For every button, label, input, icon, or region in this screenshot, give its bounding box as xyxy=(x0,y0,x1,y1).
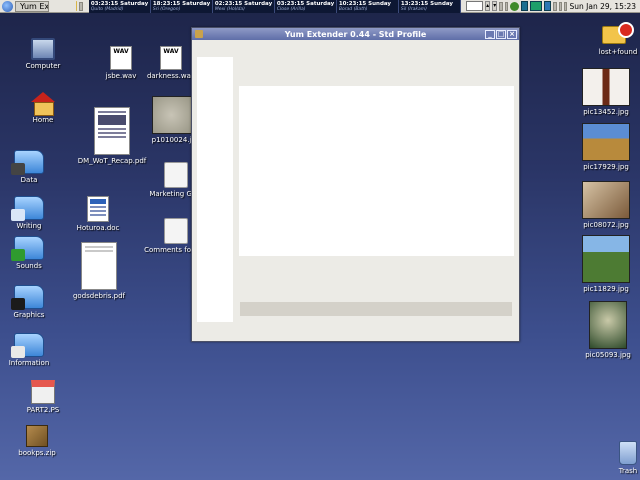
image-thumbnail-icon xyxy=(582,181,630,219)
world-clock: 13:23:15 Sunday Sil (Irakam) xyxy=(399,0,461,13)
power-icon[interactable] xyxy=(564,1,568,11)
world-clocks[interactable]: 03:23:15 Saturday Quito (Madrid) 18:23:1… xyxy=(88,0,461,13)
printer-icon xyxy=(31,380,55,404)
minimize-button[interactable]: _ xyxy=(485,29,495,39)
taskbar-button-label: Yum Extender 0.44 - Std Profile xyxy=(20,1,50,11)
desktop-icon-information[interactable]: Information xyxy=(0,333,64,368)
window-title: Yum Extender 0.44 - Std Profile xyxy=(284,29,427,39)
desktop-icon-pic08072-jpg[interactable]: pic08072.jpg xyxy=(571,181,640,230)
desktop-icon-pic17929-jpg[interactable]: pic17929.jpg xyxy=(571,123,640,172)
audio-file-icon: WAV xyxy=(160,46,182,70)
image-thumbnail-icon xyxy=(589,301,627,349)
taskbar-button-yum-extender[interactable]: Yum Extender 0.44 - Std Profile xyxy=(15,0,50,12)
world-clock: 03:23:15 Saturday Close (Arilla) xyxy=(275,0,337,13)
network-monitor-graph[interactable] xyxy=(544,1,552,11)
world-clock: 18:23:15 Saturday Sri (Oregon) xyxy=(151,0,213,13)
desktop-icon-lost-found[interactable]: lost+found xyxy=(583,22,640,57)
folder-icon xyxy=(11,333,44,358)
computer-icon xyxy=(31,38,55,60)
world-clock: 10:23:15 Sunday Borad (Bath) xyxy=(337,0,399,13)
close-button[interactable]: × xyxy=(507,29,517,39)
spin-up-button[interactable]: ▴ xyxy=(485,1,491,11)
desktop-icon-data[interactable]: Data xyxy=(0,150,64,185)
image-thumbnail-icon xyxy=(582,235,630,283)
desktop-icon-pic05093-jpg[interactable]: pic05093.jpg xyxy=(573,301,640,360)
folder-icon xyxy=(11,236,44,261)
lock-icon[interactable] xyxy=(75,1,78,11)
desktop-icon-trash[interactable]: Trash xyxy=(593,441,640,476)
folder-forbidden-icon xyxy=(602,22,634,46)
folder-icon xyxy=(11,196,44,221)
text-file-icon xyxy=(164,162,188,188)
panel-clock[interactable]: Sun Jan 29, 15:23 xyxy=(569,2,638,11)
memory-monitor-graph[interactable] xyxy=(529,1,543,11)
search-input[interactable] xyxy=(465,1,484,11)
applet-icon[interactable] xyxy=(504,1,509,11)
document-file-icon xyxy=(87,196,109,222)
progress-bar xyxy=(240,302,512,316)
maximize-button[interactable]: □ xyxy=(496,29,506,39)
network-icon[interactable] xyxy=(510,1,520,11)
yum-extender-window[interactable]: Yum Extender 0.44 - Std Profile _ □ × xyxy=(191,27,520,342)
top-panel: Yum Extender 0.44 - Std Profile 03:23:15… xyxy=(0,0,640,13)
cpu-monitor-graph[interactable] xyxy=(521,1,528,11)
desktop-icon-computer[interactable]: Computer xyxy=(8,38,78,71)
audio-file-icon: WAV xyxy=(110,46,132,70)
applet-icon[interactable] xyxy=(499,1,503,11)
world-clock: 03:23:15 Saturday Quito (Madrid) xyxy=(89,0,151,13)
home-icon xyxy=(31,92,55,116)
folder-icon xyxy=(11,150,44,175)
text-file-icon xyxy=(164,218,188,244)
image-thumbnail-icon xyxy=(582,68,630,106)
pdf-file-icon xyxy=(81,242,117,290)
pdf-file-icon xyxy=(94,107,130,155)
desktop-icon-godsdebris-pdf[interactable]: godsdebris.pdf xyxy=(64,242,134,301)
category-sidebar[interactable] xyxy=(197,57,233,322)
desktop-icon-writing[interactable]: Writing xyxy=(0,196,64,231)
desktop-icon-hoturoa-doc[interactable]: Hoturoa.doc xyxy=(63,196,133,233)
desktop-icon-sounds[interactable]: Sounds xyxy=(0,236,64,271)
spin-down-button[interactable]: ▾ xyxy=(492,1,498,11)
desktop-icon-dm-wot-recap-pdf[interactable]: DM_WoT_Recap.pdf xyxy=(77,107,147,166)
desktop-icon-part2-ps[interactable]: PART2.PS xyxy=(8,380,78,415)
distro-menu-icon[interactable] xyxy=(2,0,13,12)
desktop-icon-pic11829-jpg[interactable]: pic11829.jpg xyxy=(571,235,640,294)
archive-icon xyxy=(26,425,48,447)
launcher-icon[interactable] xyxy=(79,1,83,11)
folder-icon xyxy=(11,285,44,310)
desktop-icon-home[interactable]: Home xyxy=(8,92,78,125)
window-titlebar[interactable]: Yum Extender 0.44 - Std Profile _ □ × xyxy=(192,28,519,40)
desktop-icon-bookps-zip[interactable]: bookps.zip xyxy=(2,425,72,458)
desktop-icon-graphics[interactable]: Graphics xyxy=(0,285,64,320)
volume-icon[interactable] xyxy=(558,1,563,11)
world-clock: 02:23:15 Saturday Mexi (Hol/da) xyxy=(213,0,275,13)
package-list-view[interactable] xyxy=(239,86,514,256)
desktop-icon-pic13452-jpg[interactable]: pic13452.jpg xyxy=(571,68,640,117)
image-thumbnail-icon xyxy=(582,123,630,161)
weather-icon[interactable] xyxy=(553,1,557,11)
trash-icon xyxy=(619,441,637,465)
